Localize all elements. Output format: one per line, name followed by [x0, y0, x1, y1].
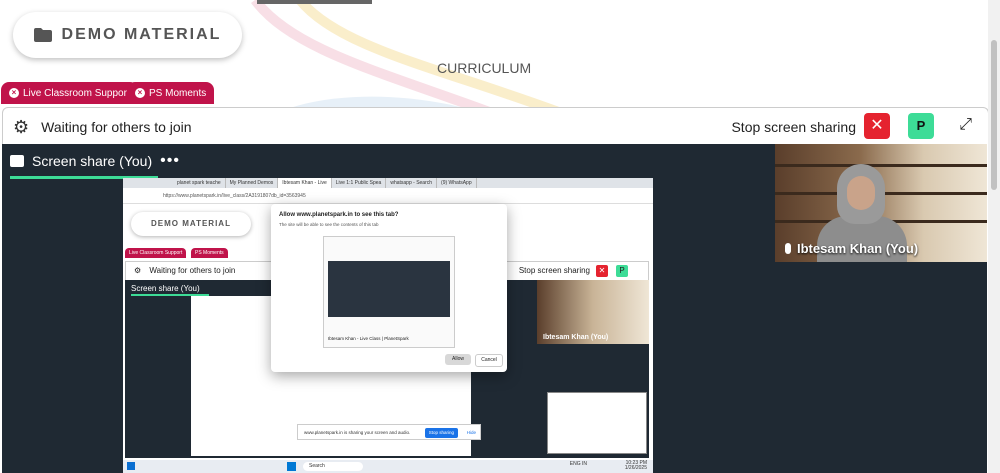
captured-pill: PS Moments	[191, 248, 228, 258]
close-icon: ×	[9, 88, 19, 98]
ps-moments-label: PS Moments	[149, 87, 207, 99]
shared-screen-capture: planet spark teache My Planned Demos Ibt…	[123, 178, 653, 473]
self-name-label: Ibtesam Khan (You)	[785, 241, 918, 256]
captured-gear-icon: ⚙	[134, 266, 142, 275]
screen-share-icon	[10, 155, 24, 167]
browser-url-bar: https://www.planetspark.in/live_class/2A…	[123, 188, 653, 204]
captured-demo-material: DEMO MATERIAL	[131, 212, 251, 236]
cancel-button: Cancel	[475, 354, 503, 367]
close-icon: ×	[135, 88, 145, 98]
widgets-icon	[127, 462, 135, 470]
captured-waiting: Waiting for others to join	[149, 266, 236, 275]
tab-preview-caption: Ibtesam Khan - Live Class | PlanetSpark	[328, 336, 409, 341]
sharing-notice: www.planetspark.in is sharing your scree…	[304, 430, 411, 435]
windows-start-icon	[287, 462, 296, 471]
demo-material-label: DEMO MATERIAL	[61, 26, 222, 43]
more-options-icon[interactable]: •••	[160, 152, 180, 170]
ps-moments-button[interactable]: × PS Moments	[127, 82, 215, 104]
screen-share-label: Screen share (You)	[32, 153, 153, 169]
captured-stop-sharing-button: Stop sharing	[424, 428, 458, 438]
browser-tab: My Planned Demos	[226, 178, 279, 188]
captured-hide-link: Hide	[466, 430, 476, 435]
demo-material-button[interactable]: DEMO MATERIAL	[13, 12, 242, 58]
taskbar-language: ENG IN	[569, 461, 587, 467]
captured-mini-preview	[547, 392, 647, 454]
stop-screen-sharing-label[interactable]: Stop screen sharing	[731, 119, 856, 135]
folder-icon	[33, 28, 52, 42]
call-toolbar: ⚙ Waiting for others to join Stop screen…	[2, 107, 989, 146]
fullscreen-icon[interactable]: ⤢	[959, 116, 972, 134]
browser-sharing-bar: www.planetspark.in is sharing your scree…	[297, 424, 481, 440]
screen-share-tab[interactable]: Screen share (You) •••	[10, 152, 180, 170]
captured-close-icon: ✕	[596, 265, 608, 277]
captured-avatar: P	[616, 265, 628, 277]
curriculum-link[interactable]: CURRICULUM	[437, 60, 531, 76]
dialog-subtitle: The site will be able to see the content…	[279, 222, 379, 227]
dialog-title: Allow www.planetspark.in to see this tab…	[279, 212, 399, 218]
browser-tab: Ibtesam Khan - Live	[278, 178, 332, 188]
captured-self-video: Ibtesam Khan (You)	[537, 280, 649, 344]
taskbar-clock: 10:23 PM 1/26/2025	[625, 461, 647, 471]
captured-self-name: Ibtesam Khan (You)	[543, 334, 609, 341]
self-name: Ibtesam Khan (You)	[797, 241, 919, 256]
participant-face	[847, 176, 875, 210]
live-classroom-support-label: Live Classroom Support	[23, 87, 130, 99]
stop-sharing-button[interactable]: ✕	[864, 113, 890, 139]
browser-tab-strip: planet spark teache My Planned Demos Ibt…	[123, 178, 653, 188]
captured-stop-sharing: Stop screen sharing	[518, 266, 590, 275]
tab-preview-thumbnail: Ibtesam Khan - Live Class | PlanetSpark	[323, 236, 455, 348]
avatar[interactable]: P	[908, 113, 934, 139]
bookshelf	[775, 164, 987, 167]
share-permission-dialog: Allow www.planetspark.in to see this tab…	[271, 204, 507, 372]
close-icon: ✕	[870, 117, 884, 134]
captured-pill: Live Classroom Support	[125, 248, 187, 258]
tab-preview-image	[328, 261, 450, 317]
captured-share-label: Screen share (You)	[131, 284, 200, 293]
browser-tab: whatsapp - Search	[386, 178, 438, 188]
browser-tab: (9) WhatsApp	[437, 178, 477, 188]
waiting-status: Waiting for others to join	[41, 119, 192, 135]
microphone-icon	[785, 243, 791, 254]
gear-icon[interactable]: ⚙	[13, 117, 29, 138]
page-scrollbar[interactable]	[988, 0, 1000, 473]
self-video-tile[interactable]: Ibtesam Khan (You)	[775, 144, 987, 262]
taskbar-date: 1/26/2025	[624, 465, 647, 471]
browser-tab: planet spark teache	[173, 178, 226, 188]
taskbar-search: Search	[303, 462, 363, 471]
video-stage: Screen share (You) ••• Ibtesam Khan (You…	[2, 144, 987, 473]
scrollbar-thumb[interactable]	[991, 40, 997, 190]
windows-taskbar: Search 10:23 PM 1/26/2025 ENG IN	[123, 460, 653, 473]
browser-tab: Live 1:1 Public Spea	[332, 178, 387, 188]
allow-button: Allow	[445, 354, 471, 365]
live-classroom-support-button[interactable]: × Live Classroom Support	[1, 82, 138, 104]
